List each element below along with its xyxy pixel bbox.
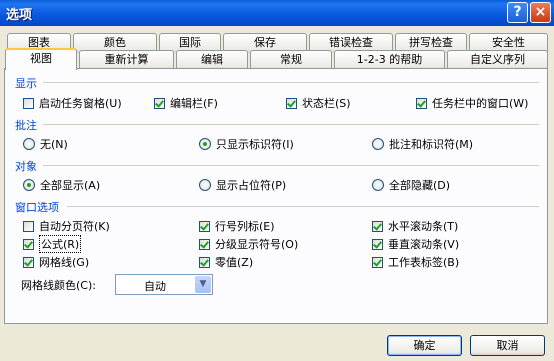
- checkbox-box[interactable]: [372, 220, 383, 232]
- help-button[interactable]: ?: [507, 2, 528, 23]
- row-col-headers-checkbox[interactable]: 行号列标(E): [199, 219, 275, 233]
- gridline-color-value: 自动: [144, 280, 166, 293]
- option-label: 任务栏中的窗口(W): [432, 97, 529, 110]
- option-label: 无(N): [40, 138, 68, 151]
- horizontal-scrollbar-checkbox[interactable]: 水平滚动条(T): [372, 219, 458, 233]
- objects-show-all-radio[interactable]: 全部显示(A): [23, 178, 100, 192]
- objects-hide-all-radio[interactable]: 全部隐藏(D): [372, 178, 450, 192]
- outline-symbols-checkbox[interactable]: 分级显示符号(O): [199, 237, 298, 251]
- option-label: 垂直滚动条(V): [388, 238, 460, 251]
- title-bar: 选项 ? ×: [0, 0, 554, 26]
- section-divider: [67, 206, 539, 207]
- page-breaks-checkbox[interactable]: 自动分页符(K): [23, 219, 110, 233]
- checkbox-box[interactable]: [23, 97, 34, 109]
- tab-view[interactable]: 视图: [5, 48, 77, 70]
- gridline-color-label: 网格线颜色(C):: [21, 279, 96, 292]
- checkbox-box[interactable]: [199, 220, 210, 232]
- option-label: 全部隐藏(D): [389, 179, 451, 192]
- sheet-tabs-checkbox[interactable]: 工作表标签(B): [372, 255, 459, 269]
- chevron-down-icon[interactable]: ▼: [195, 276, 211, 293]
- section-label-comments: 批注: [15, 119, 37, 132]
- radio-circle[interactable]: [199, 179, 211, 191]
- tab-custom-lists[interactable]: 自定义序列: [447, 50, 548, 70]
- section-divider: [43, 124, 539, 125]
- comments-none-radio[interactable]: 无(N): [23, 137, 68, 151]
- checkbox-box[interactable]: [23, 256, 34, 268]
- objects-placeholders-radio[interactable]: 显示占位符(P): [199, 178, 286, 192]
- option-label: 网格线(G): [39, 256, 90, 269]
- startup-task-pane-checkbox[interactable]: 启动任务窗格(U): [23, 96, 122, 110]
- option-label: 分级显示符号(O): [215, 238, 299, 251]
- comments-and-indicator-radio[interactable]: 批注和标识符(M): [372, 137, 473, 151]
- tab-edit[interactable]: 编辑: [176, 50, 248, 70]
- comments-indicator-only-radio[interactable]: 只显示标识符(I): [199, 137, 294, 151]
- option-label: 行号列标(E): [215, 220, 275, 233]
- option-label: 公式(R): [39, 235, 82, 253]
- checkbox-box[interactable]: [23, 238, 34, 250]
- section-label-display: 显示: [15, 77, 37, 90]
- formula-bar-checkbox[interactable]: 编辑栏(F): [154, 96, 218, 110]
- view-tab-panel: 显示 启动任务窗格(U) 编辑栏(F) 状态栏(S) 任务栏中的窗口(W) 批注…: [4, 68, 548, 324]
- checkbox-box[interactable]: [199, 256, 210, 268]
- tab-lotus-help[interactable]: 1-2-3 的帮助: [334, 50, 445, 70]
- option-label: 编辑栏(F): [170, 97, 218, 110]
- option-label: 全部显示(A): [40, 179, 101, 192]
- option-label: 状态栏(S): [302, 97, 351, 110]
- checkbox-box[interactable]: [199, 238, 210, 250]
- radio-circle[interactable]: [23, 179, 35, 191]
- cancel-button[interactable]: 取消: [470, 335, 545, 356]
- radio-circle[interactable]: [199, 138, 211, 150]
- section-divider: [43, 165, 539, 166]
- radio-circle[interactable]: [23, 138, 35, 150]
- checkbox-box[interactable]: [286, 97, 297, 109]
- option-label: 水平滚动条(T): [388, 220, 459, 233]
- formulas-checkbox[interactable]: 公式(R): [23, 235, 82, 253]
- option-label: 只显示标识符(I): [216, 138, 294, 151]
- checkbox-box[interactable]: [372, 256, 383, 268]
- tab-general[interactable]: 常规: [250, 50, 332, 70]
- taskbar-windows-checkbox[interactable]: 任务栏中的窗口(W): [416, 96, 528, 110]
- help-icon: ?: [513, 4, 522, 20]
- checkbox-box[interactable]: [23, 220, 34, 232]
- vertical-scrollbar-checkbox[interactable]: 垂直滚动条(V): [372, 237, 459, 251]
- gridline-color-select[interactable]: 自动 ▼: [115, 274, 213, 295]
- option-label: 自动分页符(K): [39, 220, 110, 233]
- radio-circle[interactable]: [372, 179, 384, 191]
- ok-button[interactable]: 确定: [387, 335, 462, 356]
- checkbox-box[interactable]: [154, 97, 165, 109]
- section-label-objects: 对象: [15, 160, 37, 173]
- checkbox-box[interactable]: [416, 97, 427, 109]
- tab-calculation[interactable]: 重新计算: [79, 50, 174, 70]
- section-divider: [43, 82, 539, 83]
- checkbox-box[interactable]: [372, 238, 383, 250]
- section-label-window-options: 窗口选项: [15, 201, 59, 214]
- zero-values-checkbox[interactable]: 零值(Z): [199, 255, 253, 269]
- option-label: 零值(Z): [215, 256, 254, 269]
- close-icon: ×: [534, 4, 547, 20]
- gridlines-checkbox[interactable]: 网格线(G): [23, 255, 89, 269]
- option-label: 工作表标签(B): [388, 256, 460, 269]
- radio-circle[interactable]: [372, 138, 384, 150]
- close-button[interactable]: ×: [530, 2, 551, 23]
- window-title: 选项: [6, 8, 33, 23]
- status-bar-checkbox[interactable]: 状态栏(S): [286, 96, 351, 110]
- option-label: 批注和标识符(M): [389, 138, 474, 151]
- option-label: 启动任务窗格(U): [39, 97, 122, 110]
- option-label: 显示占位符(P): [216, 179, 287, 192]
